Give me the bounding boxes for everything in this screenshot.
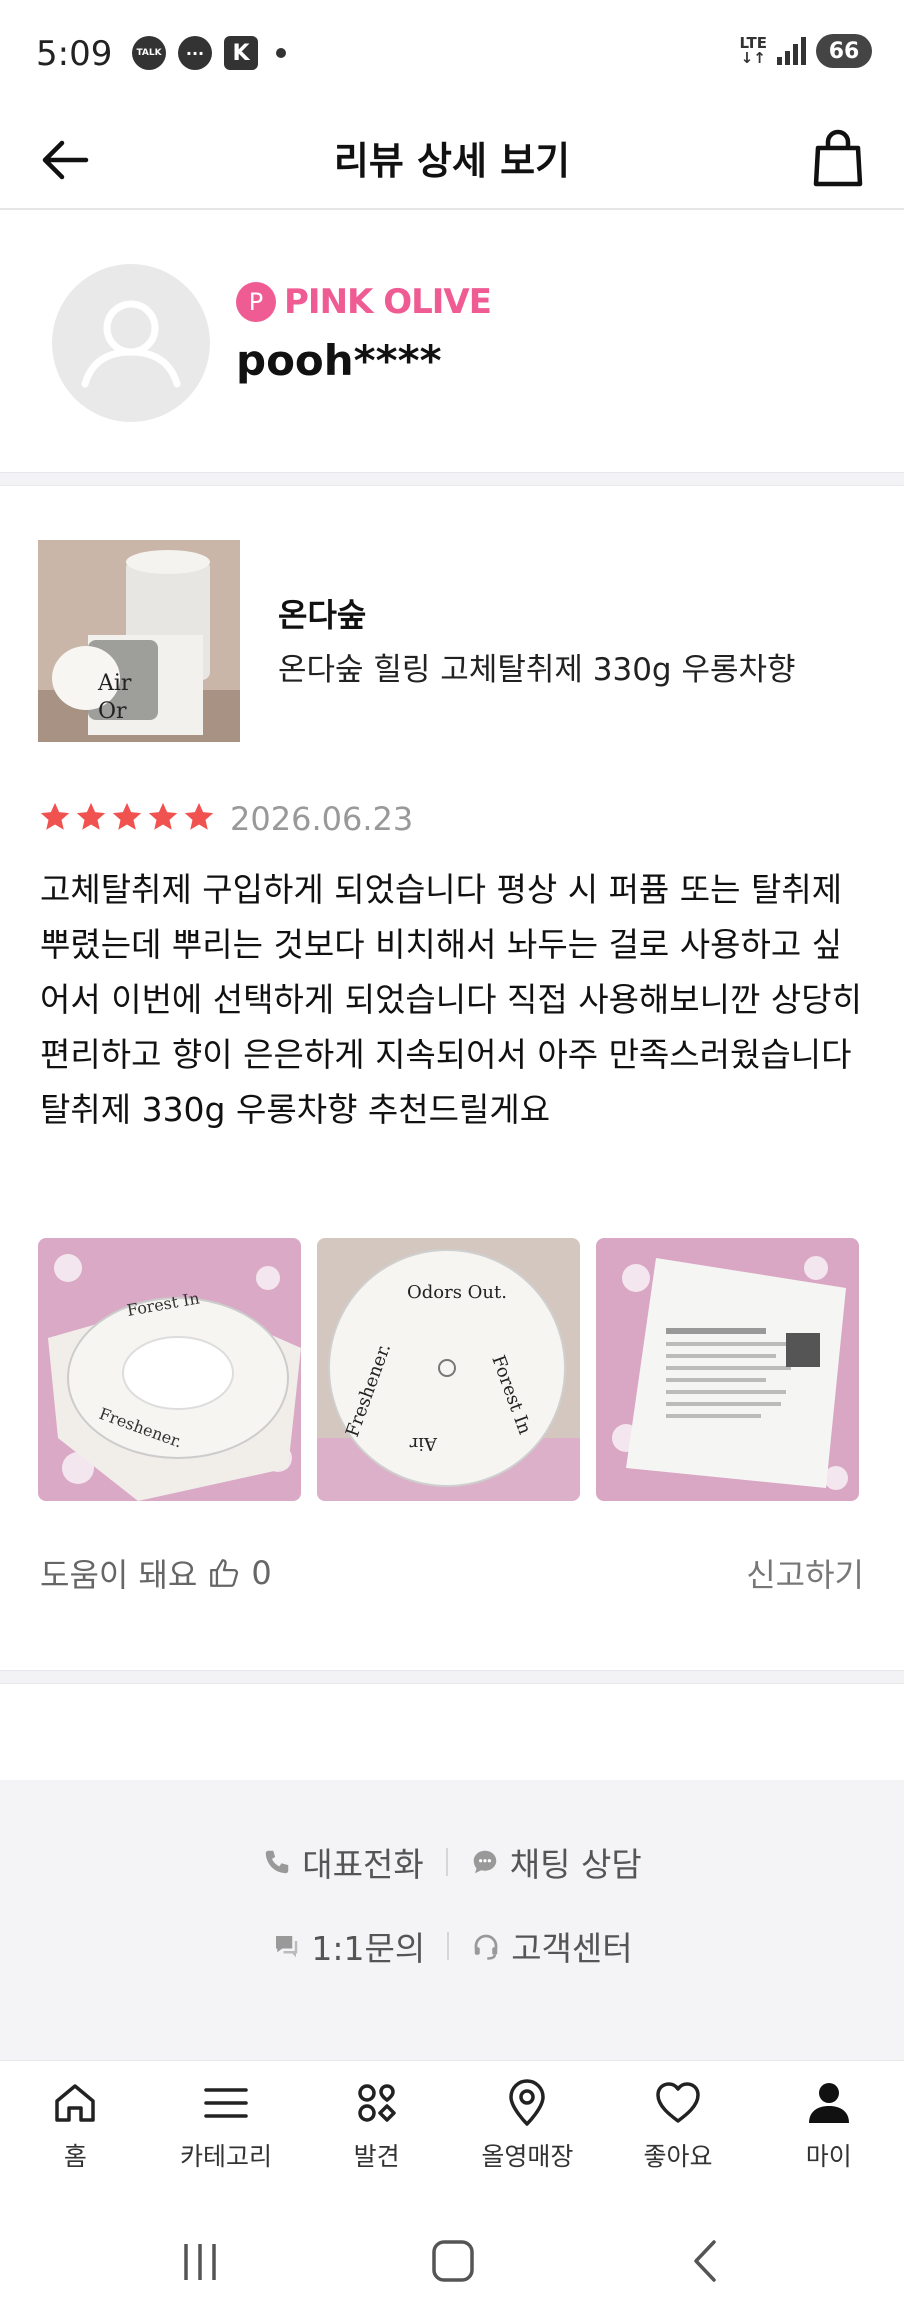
star-icon [76,802,106,830]
shopping-bag-icon[interactable] [808,126,868,190]
product-name[interactable]: 온다숲 힐링 고체탈취제 330g 우롱차향 [278,644,796,689]
status-right: LTE ↓↑ 66 [739,34,872,68]
svg-text:Air: Air [409,1433,438,1454]
chat-icon [473,1850,496,1874]
section-divider [0,472,904,486]
kakaotalk-icon: TALK [132,36,166,70]
nav-label: 홈 [63,2142,87,2171]
product-thumbnail[interactable]: ONDA Air Or [38,540,240,742]
nav-label: 발견 [353,2142,400,2171]
recent-apps-icon[interactable] [178,2240,222,2284]
helpful-button[interactable]: 도움이 돼요 0 [40,1550,272,1596]
bottom-navigation: 홈 카테고리 발견 올영매장 좋아요 마이 [0,2060,904,2204]
home-button-icon[interactable] [430,2238,476,2284]
star-icon [40,802,70,830]
star-icon [184,802,214,830]
arrow-left-icon[interactable] [36,130,96,190]
message-icon: ··· [178,36,212,70]
review-photo[interactable]: Forest In Freshener. [38,1238,301,1501]
star-icon [148,802,178,830]
nav-discover[interactable]: 발견 [301,2061,452,2204]
grade-label: PINK OLIVE [284,282,492,322]
service-center-link[interactable]: 고객센터 [471,1922,633,1970]
back-button-icon[interactable] [690,2238,720,2284]
nav-home[interactable]: 홈 [0,2061,151,2204]
heart-icon [656,2082,700,2123]
person-icon [808,2083,849,2123]
more-notifications-dot [276,48,286,58]
customer-service-footer: 대표전화 채팅 상담 1:1문의 고객센터 [0,1780,904,2060]
nav-label: 좋아요 [643,2142,713,2171]
network-lte-icon: LTE ↓↑ [739,34,767,67]
chat-label: 채팅 상담 [509,1845,642,1884]
system-navigation-bar [0,2204,904,2316]
nav-category[interactable]: 카테고리 [151,2061,302,2204]
report-button[interactable]: 신고하기 [746,1550,864,1596]
status-bar: 5:09 TALK ··· K LTE ↓↑ 66 [0,0,904,112]
star-rating [38,800,216,834]
default-user-icon [81,300,181,388]
footer-separator [445,1848,448,1876]
svg-text:Air: Air [97,671,132,696]
menu-icon [204,2088,248,2118]
discover-icon [357,2084,396,2122]
phone-icon [266,1850,289,1874]
nav-like[interactable]: 좋아요 [603,2061,754,2204]
footer-separator [447,1932,450,1960]
avatar [52,264,210,422]
footer-row: 대표전화 채팅 상담 [0,1838,904,1886]
nav-label: 마이 [805,2142,852,2171]
review-date: 2026.06.23 [230,800,414,838]
app-header: 리뷰 상세 보기 [0,112,904,210]
page-title: 리뷰 상세 보기 [333,139,571,183]
k-app-icon: K [224,36,258,70]
headset-icon [474,1934,498,1960]
reviewer-profile: P PINK OLIVE pooh**** [0,210,904,472]
nav-label: 카테고리 [180,2142,273,2171]
battery-icon: 66 [816,34,872,68]
inquiry-link[interactable]: 1:1문의 [271,1922,425,1970]
signal-icon [777,37,806,65]
inquiry-label: 1:1문의 [311,1929,426,1968]
thumbs-up-icon [210,1559,239,1587]
nav-label: 올영매장 [481,2142,574,2171]
product-brand[interactable]: 온다숲 [278,590,366,636]
star-icon [112,802,142,830]
review-photo[interactable]: Odors Out. Forest In Freshener. Air [317,1238,580,1501]
username: pooh**** [236,336,442,385]
chat-link[interactable]: 채팅 상담 [470,1838,642,1886]
helpful-label: 도움이 돼요 [40,1556,198,1594]
svg-text:Or: Or [98,699,127,724]
section-divider [0,1670,904,1684]
home-icon [55,2084,96,2122]
inquiry-icon [276,1936,298,1958]
notification-icons: TALK ··· K [132,36,286,70]
location-pin-icon [509,2079,546,2126]
review-photos: Forest In Freshener. Odors Out. Forest I… [38,1238,859,1501]
helpful-count: 0 [251,1554,272,1592]
footer-row: 1:1문의 고객센터 [0,1922,904,1970]
nav-my[interactable]: 마이 [753,2061,904,2204]
review-body: 고체탈취제 구입하게 되었습니다 평상 시 퍼퓸 또는 탈취제 뿌렸는데 뿌리는… [40,870,862,1129]
status-time: 5:09 [36,34,113,74]
grade-badge-icon: P [236,282,276,322]
phone-label: 대표전화 [302,1845,424,1884]
review-photo[interactable] [596,1238,859,1501]
svg-text:Odors Out.: Odors Out. [407,1282,507,1303]
service-label: 고객센터 [511,1929,633,1968]
phone-link[interactable]: 대표전화 [262,1838,424,1886]
member-grade: P PINK OLIVE [236,282,492,322]
nav-store[interactable]: 올영매장 [452,2061,603,2204]
